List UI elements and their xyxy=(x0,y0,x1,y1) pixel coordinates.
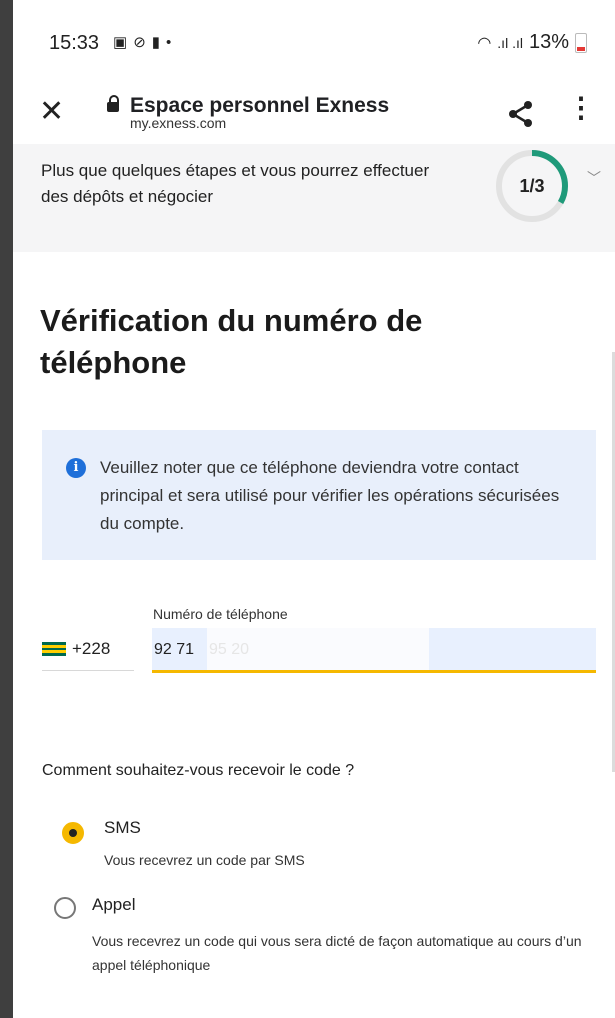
info-text: Veuillez noter que ce téléphone deviendr… xyxy=(100,458,560,533)
signal-icon: .ıl .ıl xyxy=(497,34,523,51)
dot-icon: • xyxy=(166,33,172,51)
battery-icon xyxy=(575,32,587,53)
info-notice: i Veuillez noter que ce téléphone devien… xyxy=(42,430,596,560)
status-time: 15:33 xyxy=(49,32,100,54)
page-title: Vérification du numéro de téléphone xyxy=(40,303,423,380)
info-icon: i xyxy=(66,458,86,478)
chevron-down-icon[interactable]: ﹀ xyxy=(587,168,601,188)
phone-number-input[interactable]: 92 71 95 20 xyxy=(152,628,596,673)
battery-saver-icon: ▮ xyxy=(151,34,161,51)
circle-play-icon: ⊘ xyxy=(133,34,146,51)
lock-icon[interactable] xyxy=(107,95,119,112)
share-icon[interactable] xyxy=(507,100,535,133)
status-bar: 15:33 ▣ ⊘ ▮ • ◠ .ıl .ıl 13% xyxy=(13,0,615,80)
option-sms-label[interactable]: SMS xyxy=(104,818,141,838)
progress-ring: 1/3 xyxy=(493,147,571,225)
url-domain[interactable]: my.exness.com xyxy=(130,115,226,131)
battery-percent: 13% xyxy=(528,31,569,53)
status-icons-right: ◠ .ıl .ıl 13% xyxy=(477,31,587,54)
progress-step: 1/3 xyxy=(519,176,545,196)
close-icon[interactable]: ✕ xyxy=(39,94,64,129)
browser-toolbar: ✕ Espace personnel Exness my.exness.com … xyxy=(13,80,615,144)
phone-number-value: 92 71 xyxy=(154,641,195,658)
country-code: +228 xyxy=(72,639,111,658)
redacted-area: 95 20 xyxy=(207,628,429,670)
wifi-icon: ◠ xyxy=(477,34,492,52)
photo-icon: ▣ xyxy=(113,34,128,51)
status-icons-left: ▣ ⊘ ▮ • xyxy=(113,33,172,52)
delivery-question: Comment souhaitez-vous recevoir le code … xyxy=(42,762,355,779)
onboarding-progress-banner[interactable]: Plus que quelques étapes et vous pourrez… xyxy=(13,144,615,252)
more-options-icon[interactable]: ⋮ xyxy=(567,94,595,122)
radio-sms[interactable] xyxy=(62,822,84,844)
option-call-label[interactable]: Appel xyxy=(92,895,135,915)
option-sms-description: Vous recevrez un code par SMS xyxy=(104,852,305,868)
country-code-select[interactable]: +228 xyxy=(42,628,134,671)
option-call-description: Vous recevrez un code qui vous sera dict… xyxy=(92,933,582,973)
togo-flag-icon xyxy=(42,642,66,656)
left-edge-bar xyxy=(0,0,13,1018)
phone-label: Numéro de téléphone xyxy=(153,606,288,622)
radio-call[interactable] xyxy=(54,897,76,919)
progress-message: Plus que quelques étapes et vous pourrez… xyxy=(41,161,430,206)
phone-number-obscured: 95 20 xyxy=(209,641,250,658)
